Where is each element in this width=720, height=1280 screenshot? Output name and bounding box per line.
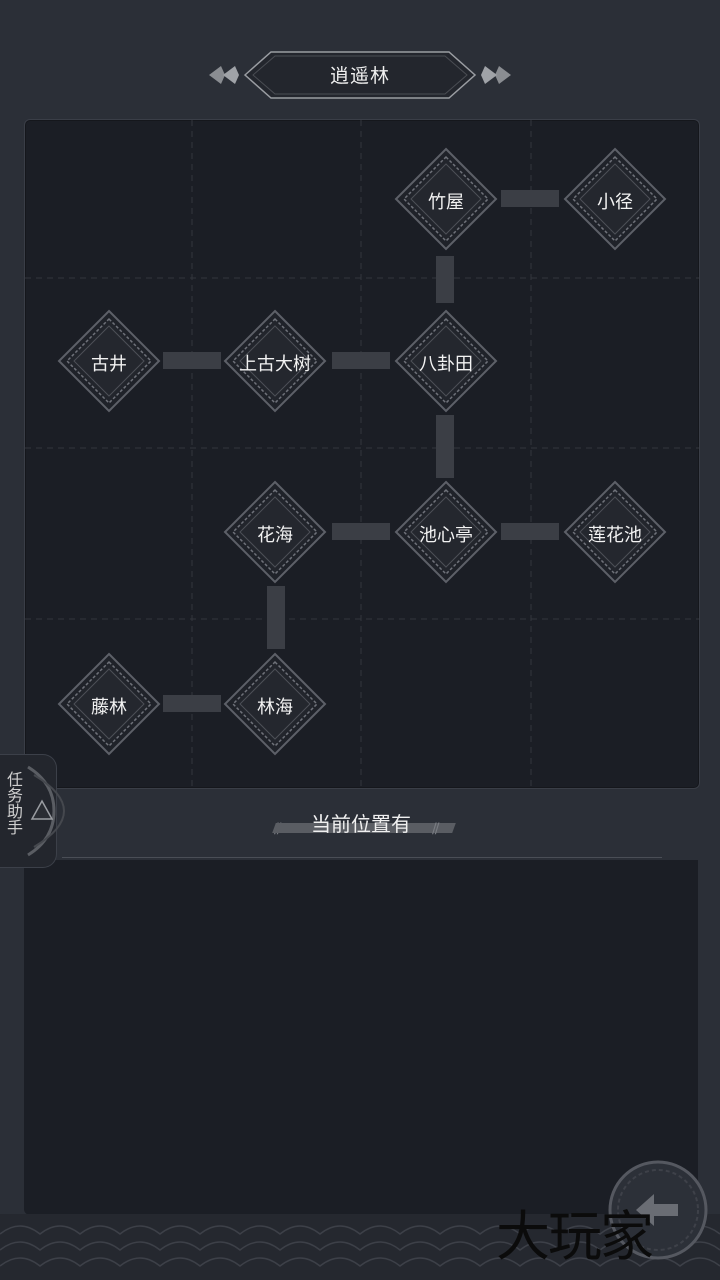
location-contents-panel [24,860,698,1215]
link-tree-bagua [332,352,390,369]
quest-helper-label: 任务助手 [4,771,23,835]
map-node-label: 古井 [91,354,127,375]
area-title: 逍遥林 [329,65,390,87]
current-location-title: 当前位置有 [311,812,411,836]
map-node-label: 莲花池 [588,525,642,546]
map-node-lotus-pond[interactable]: 莲花池 [563,480,667,584]
map-node-bagua-field[interactable]: 八卦田 [394,309,498,413]
watermark: 大玩家 [496,1205,654,1268]
quest-helper-tab[interactable]: 任务助手 [0,754,66,868]
link-vine-forest [163,695,221,712]
map-node-label: 藤林 [91,697,127,718]
map-node-vine-forest[interactable]: 藤林 [57,652,161,756]
map-node-label: 八卦田 [419,354,473,375]
map-node-label: 林海 [257,697,293,718]
link-well-tree [163,352,221,369]
map-node-label: 花海 [257,525,293,546]
link-pavilion-lotus [501,523,559,540]
map-node-flower-sea[interactable]: 花海 [223,480,327,584]
map-node-bamboo-hut[interactable]: 竹屋 [394,147,498,251]
link-flower-pavilion [332,523,390,540]
map-node-label: 竹屋 [428,192,464,213]
current-location-header: // // 当前位置有 [24,790,698,858]
map-panel: 竹屋 小径 古井 上古大树 八卦田 花海 池心亭 莲花池 藤林 林海 [24,119,700,789]
divider [62,857,662,858]
link-bamboo-bagua [436,256,454,303]
map-node-old-well[interactable]: 古井 [57,309,161,413]
map-node-ancient-tree[interactable]: 上古大树 [223,309,327,413]
area-title-banner: 逍遥林 [205,48,515,102]
link-flower-forest [267,586,285,649]
map-node-forest-sea[interactable]: 林海 [223,652,327,756]
map-node-path[interactable]: 小径 [563,147,667,251]
link-bagua-pavilion [436,415,454,478]
map-node-label: 上古大树 [239,354,311,375]
map-node-label: 池心亭 [419,525,473,546]
link-bamboo-path [501,190,559,207]
triangle-icon [27,765,66,857]
map-node-label: 小径 [597,192,633,213]
map-node-pavilion[interactable]: 池心亭 [394,480,498,584]
